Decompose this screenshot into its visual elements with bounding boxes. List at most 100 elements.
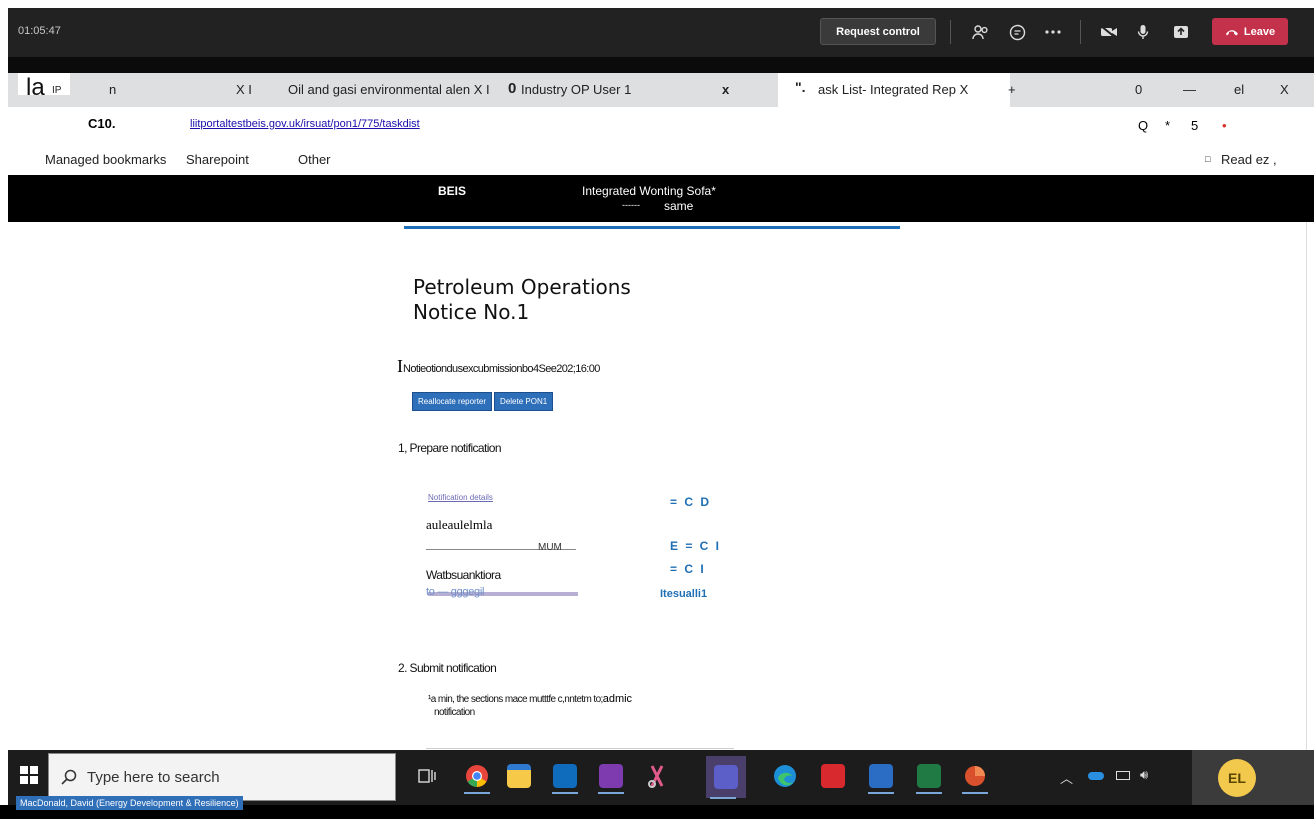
task-link[interactable]: auleaulelmla	[426, 517, 492, 533]
address-bar: C10. liitportaltestbeis.gov.uk/irsuat/po…	[8, 107, 1314, 143]
tab-search-button[interactable]: 0	[1135, 82, 1142, 97]
submission-meta: INotieotiondusexcubmissionbo4See202;16:0…	[397, 356, 600, 377]
bookmark-managed[interactable]: Managed bookmarks	[45, 152, 166, 167]
header-underline	[404, 226, 900, 229]
task-link-mum[interactable]: MUM	[538, 542, 562, 553]
toolbar-divider	[1080, 20, 1081, 44]
task-link[interactable]: Watbsuanktiora	[426, 568, 501, 582]
acrobat-icon[interactable]	[816, 759, 850, 793]
page-content: Petroleum Operations Notice No.1 INotieo…	[8, 222, 1306, 750]
running-indicator	[552, 792, 578, 794]
task-notification-details[interactable]: Notification details	[428, 493, 493, 502]
running-indicator	[598, 792, 624, 794]
extension-button[interactable]: 5	[1191, 118, 1198, 133]
active-tab-icon: ".	[795, 79, 806, 95]
request-control-button[interactable]: Request control	[820, 18, 936, 45]
share-screen-icon[interactable]	[1170, 22, 1192, 42]
action-buttons: Reallocate reporter Delete PON1	[412, 392, 554, 411]
header-sub-text: same	[664, 199, 694, 213]
scrollbar[interactable]	[1306, 222, 1314, 750]
delete-pon1-button[interactable]: Delete PON1	[494, 392, 554, 411]
site-header: BEIS Integrated Wonting Sofa* ------ sam…	[8, 175, 1314, 222]
taskbar-search-input[interactable]: Type here to search	[48, 753, 396, 801]
word-shape	[869, 764, 893, 788]
windows-start-icon[interactable]	[20, 766, 38, 789]
brand-logo[interactable]: BEIS	[438, 184, 466, 198]
bookmark-sharepoint[interactable]: Sharepoint	[186, 152, 249, 167]
tab-2-label[interactable]: Oil and gasi environmental alen X I	[288, 82, 490, 97]
people-icon[interactable]	[970, 22, 992, 42]
active-tab-label: ask List- Integrated Rep X	[818, 82, 969, 97]
favorite-star-icon[interactable]: *	[1165, 118, 1170, 133]
tab-3-label[interactable]: Industry OP User 1	[521, 82, 631, 97]
meeting-timer: 01:05:47	[18, 25, 61, 37]
powerpoint-icon[interactable]	[958, 759, 992, 794]
search-icon	[61, 769, 77, 785]
volume-icon[interactable]: 🔊︎	[1140, 767, 1148, 783]
running-indicator	[962, 792, 988, 794]
edge-icon[interactable]	[768, 759, 802, 793]
meta-text: Notieotiondusexcubmissionbo4See202;16:00	[403, 363, 600, 375]
close-window-button[interactable]: X	[1280, 82, 1289, 97]
tab-3-icon: 0	[508, 80, 517, 97]
tab-1-label[interactable]: n	[109, 82, 116, 97]
submit-instructions: ¹a min, the sections mace mutttfe c,nnte…	[428, 692, 632, 719]
page-title-line1: Petroleum Operations	[413, 275, 631, 299]
snip-tool-icon[interactable]	[640, 759, 674, 793]
maximize-button[interactable]: el	[1234, 82, 1244, 97]
meeting-toolbar: 01:05:47 Request control Leave	[8, 8, 1314, 57]
chrome-icon[interactable]	[460, 759, 494, 794]
avatar[interactable]: EL	[1218, 759, 1256, 797]
header-sub-dashes: ------	[622, 200, 640, 210]
minimize-button[interactable]: —	[1183, 82, 1196, 97]
onenote-icon[interactable]	[594, 759, 628, 794]
new-tab-button[interactable]: +	[1008, 82, 1016, 97]
self-video-tile: EL	[1192, 750, 1314, 805]
file-explorer-icon[interactable]	[502, 759, 536, 793]
reload-button[interactable]: C10.	[88, 116, 115, 131]
excel-shape	[917, 764, 941, 788]
excel-icon[interactable]	[912, 759, 946, 794]
microphone-icon[interactable]	[1132, 22, 1154, 42]
battery-icon[interactable]	[1116, 771, 1130, 780]
bookmarks-bar: Managed bookmarks Sharepoint Other □ Rea…	[8, 143, 1314, 175]
page-title: Petroleum Operations Notice No.1	[413, 275, 631, 325]
outlook-shape	[553, 764, 577, 788]
task-link[interactable]: to — gggegil	[426, 586, 484, 598]
zoom-icon[interactable]: Q	[1138, 118, 1148, 133]
tray-chevron-icon[interactable]: ︿	[1060, 768, 1073, 787]
more-options-icon[interactable]	[1042, 22, 1064, 42]
reallocate-reporter-button[interactable]: Reallocate reporter	[412, 392, 493, 411]
camera-off-icon[interactable]	[1098, 22, 1120, 42]
profile-dot-icon[interactable]: •	[1222, 118, 1227, 133]
tab-active[interactable]: ". ask List- Integrated Rep X	[778, 73, 1010, 107]
bookmark-other[interactable]: Other	[298, 152, 331, 167]
task-status-tag: Itesualli1	[660, 588, 708, 600]
frame-top	[0, 0, 1314, 8]
leave-button[interactable]: Leave	[1212, 18, 1288, 45]
divider	[426, 748, 734, 749]
running-indicator	[710, 797, 736, 799]
word-icon[interactable]	[864, 759, 898, 794]
onedrive-icon[interactable]	[1088, 772, 1104, 780]
outlook-icon[interactable]	[548, 759, 582, 794]
submit-text-line2: notification	[434, 707, 475, 718]
acrobat-shape	[821, 764, 845, 788]
teams-shape	[714, 765, 738, 789]
url-field[interactable]: liitportaltestbeis.gov.uk/irsuat/pon1/77…	[190, 118, 420, 130]
running-indicator	[464, 792, 490, 794]
reading-list-button[interactable]: Read ez ,	[1221, 152, 1277, 167]
teams-icon[interactable]	[706, 756, 746, 799]
chat-icon[interactable]	[1006, 22, 1028, 42]
running-indicator	[916, 792, 942, 794]
submit-text: ¹a min, the sections mace mutttfe c,nnte…	[428, 694, 603, 705]
service-name[interactable]: Integrated Wonting Sofa*	[582, 184, 716, 198]
section-1-heading: 1, Prepare notification	[398, 441, 502, 455]
tab-3-close[interactable]: x	[722, 82, 729, 97]
task-view-icon[interactable]	[410, 759, 444, 793]
phone-hangup-icon	[1225, 29, 1238, 35]
tab-1-close[interactable]: X I	[236, 82, 252, 97]
section-2-heading: 2. Submit notification	[398, 661, 497, 675]
folder-shape	[507, 764, 531, 788]
page-title-line2: Notice No.1	[413, 300, 530, 324]
